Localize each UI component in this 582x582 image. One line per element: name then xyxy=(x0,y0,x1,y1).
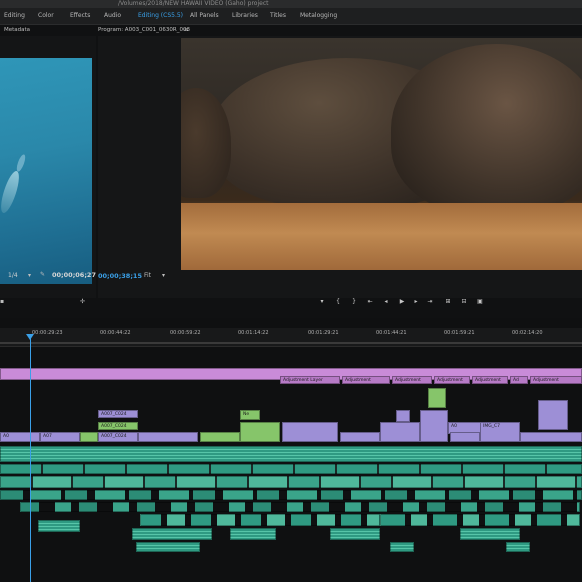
tab-all-panels[interactable]: All Panels xyxy=(190,8,219,24)
ruler-label: 00:00:44:22 xyxy=(100,330,131,336)
tab-audio[interactable]: Audio xyxy=(104,8,121,24)
work-area-bar[interactable] xyxy=(0,342,582,344)
video-clip[interactable]: A007_C024 xyxy=(98,410,138,418)
premiere-workspace: /Volumes/2018/NEW HAWAII VIDEO (Gaho) pr… xyxy=(0,0,582,582)
adjustment-layer-clip[interactable]: Adjustment Layer xyxy=(280,376,340,384)
lift-icon[interactable]: ⊞ xyxy=(444,298,452,306)
program-monitor: 00;00;38;15 Fit ▾ xyxy=(98,36,582,298)
source-add-icon[interactable]: ✢ xyxy=(80,298,85,305)
whale-fin-shape xyxy=(15,153,27,173)
adjustment-layer-clip[interactable]: Adjustment xyxy=(434,376,470,384)
fit-select[interactable]: Fit xyxy=(144,272,151,279)
timeline-panel: 00:00:29:23 00:00:44:22 00:00:59:22 00:0… xyxy=(0,318,582,582)
audio-clip-a3[interactable] xyxy=(0,476,582,488)
ruler-label: 00:02:14:20 xyxy=(512,330,543,336)
ruler-label: 00:00:29:23 xyxy=(32,330,63,336)
video-clip[interactable]: A0 xyxy=(0,432,40,442)
video-clip[interactable] xyxy=(428,388,446,408)
program-monitor-tab[interactable]: Program: A003_C001_0630R_003 xyxy=(98,24,190,36)
tab-color[interactable]: Color xyxy=(38,8,54,24)
wrench-icon[interactable]: ✎ xyxy=(40,271,45,278)
video-clip[interactable] xyxy=(538,400,568,430)
source-monitor: 1/4 ▾ ✎ 00;00;06;27 ▪ ✢ xyxy=(0,36,96,305)
ruler-label: 00:01:29:21 xyxy=(308,330,339,336)
video-clip[interactable] xyxy=(282,422,338,442)
audio-clip-a5[interactable] xyxy=(20,502,580,512)
video-clip[interactable] xyxy=(420,410,448,442)
metadata-tab[interactable]: Metadata xyxy=(4,24,30,36)
audio-clip[interactable] xyxy=(330,528,380,540)
video-clip[interactable] xyxy=(520,432,582,442)
audio-clip-a2[interactable] xyxy=(0,464,582,474)
video-clip[interactable] xyxy=(138,432,198,442)
source-zoom-select[interactable]: 1/4 xyxy=(8,272,18,279)
tab-libraries[interactable]: Libraries xyxy=(232,8,258,24)
video-clip[interactable]: A007_C024 xyxy=(98,422,138,430)
adjustment-layer-clip[interactable]: Ad xyxy=(510,376,528,384)
source-marker-icon[interactable]: ▪ xyxy=(0,298,4,305)
playhead-line[interactable] xyxy=(30,336,31,582)
adjustment-layer-clip[interactable]: Adjustment xyxy=(392,376,432,384)
tab-titles[interactable]: Titles xyxy=(270,8,286,24)
program-video-frame xyxy=(181,38,582,270)
play-icon[interactable]: ▶ xyxy=(398,298,406,306)
export-frame-icon[interactable]: ▣ xyxy=(476,298,484,306)
video-clip[interactable]: Ne xyxy=(240,410,260,420)
audio-clip-a6b[interactable] xyxy=(380,514,580,526)
video-clip[interactable] xyxy=(200,432,240,442)
sand-ground xyxy=(181,203,582,270)
audio-clip[interactable] xyxy=(136,542,200,552)
step-back-icon[interactable]: ◂ xyxy=(382,298,390,306)
step-forward-icon[interactable]: ▸ xyxy=(412,298,420,306)
marker-icon[interactable]: ▾ xyxy=(318,298,326,306)
path-title: /Volumes/2018/NEW HAWAII VIDEO (Gaho) pr… xyxy=(118,0,269,7)
tab-effects[interactable]: Effects xyxy=(70,8,90,24)
video-clip[interactable] xyxy=(240,422,280,442)
video-clip[interactable]: A07 xyxy=(40,432,80,442)
tab-metalogging[interactable]: Metalogging xyxy=(300,8,337,24)
audio-clip-a4[interactable] xyxy=(0,490,582,500)
panel-menu-icon[interactable]: ≡ xyxy=(184,24,189,36)
path-title-bar: /Volumes/2018/NEW HAWAII VIDEO (Gaho) pr… xyxy=(0,0,582,8)
adjustment-layer-clip[interactable]: Adjustment xyxy=(530,376,582,384)
video-clip[interactable] xyxy=(450,432,480,442)
go-to-in-icon[interactable]: ⇤ xyxy=(366,298,374,306)
source-zoom-chevron-icon[interactable]: ▾ xyxy=(28,272,31,279)
video-clip[interactable]: IMG_C7 xyxy=(480,422,520,442)
audio-clip[interactable] xyxy=(132,528,212,540)
adjustment-layer-clip[interactable]: Adjustment xyxy=(472,376,508,384)
ruler-label: 00:01:14:22 xyxy=(238,330,269,336)
mark-out-icon[interactable]: } xyxy=(350,298,358,306)
workspace-tab-bar: Editing Color Effects Audio Editing (CS5… xyxy=(0,8,582,25)
tab-editing[interactable]: Editing xyxy=(4,8,25,24)
video-clip[interactable]: A007_C024 xyxy=(98,432,138,442)
turtle-shell-right xyxy=(391,44,582,214)
audio-clip-a1[interactable] xyxy=(0,446,582,462)
audio-clip[interactable] xyxy=(460,528,520,540)
video-clip[interactable] xyxy=(340,432,380,442)
audio-clip-a6[interactable] xyxy=(140,514,380,526)
video-clip[interactable] xyxy=(80,432,98,442)
video-clip[interactable] xyxy=(380,422,420,442)
source-timecode: 00;00;06;27 xyxy=(52,271,96,279)
fit-chevron-icon[interactable]: ▾ xyxy=(162,272,165,279)
audio-clip[interactable] xyxy=(230,528,276,540)
whale-shape xyxy=(0,169,23,215)
source-video-frame xyxy=(0,58,92,284)
program-timecode: 00;00;38;15 xyxy=(98,272,142,280)
audio-clip[interactable] xyxy=(38,520,80,532)
mark-in-icon[interactable]: { xyxy=(334,298,342,306)
ruler-label: 00:00:59:22 xyxy=(170,330,201,336)
tab-editing-cs55[interactable]: Editing (CS5.5) xyxy=(138,8,183,24)
audio-clip[interactable] xyxy=(506,542,530,552)
go-to-out-icon[interactable]: ⇥ xyxy=(426,298,434,306)
ruler-label: 00:01:44:21 xyxy=(376,330,407,336)
audio-clip[interactable] xyxy=(390,542,414,552)
ruler-label: 00:01:59:21 xyxy=(444,330,475,336)
extract-icon[interactable]: ⊟ xyxy=(460,298,468,306)
adjustment-layer-clip[interactable]: Adjustment xyxy=(342,376,390,384)
time-ruler[interactable]: 00:00:29:23 00:00:44:22 00:00:59:22 00:0… xyxy=(0,328,582,347)
video-clip[interactable] xyxy=(396,410,410,422)
